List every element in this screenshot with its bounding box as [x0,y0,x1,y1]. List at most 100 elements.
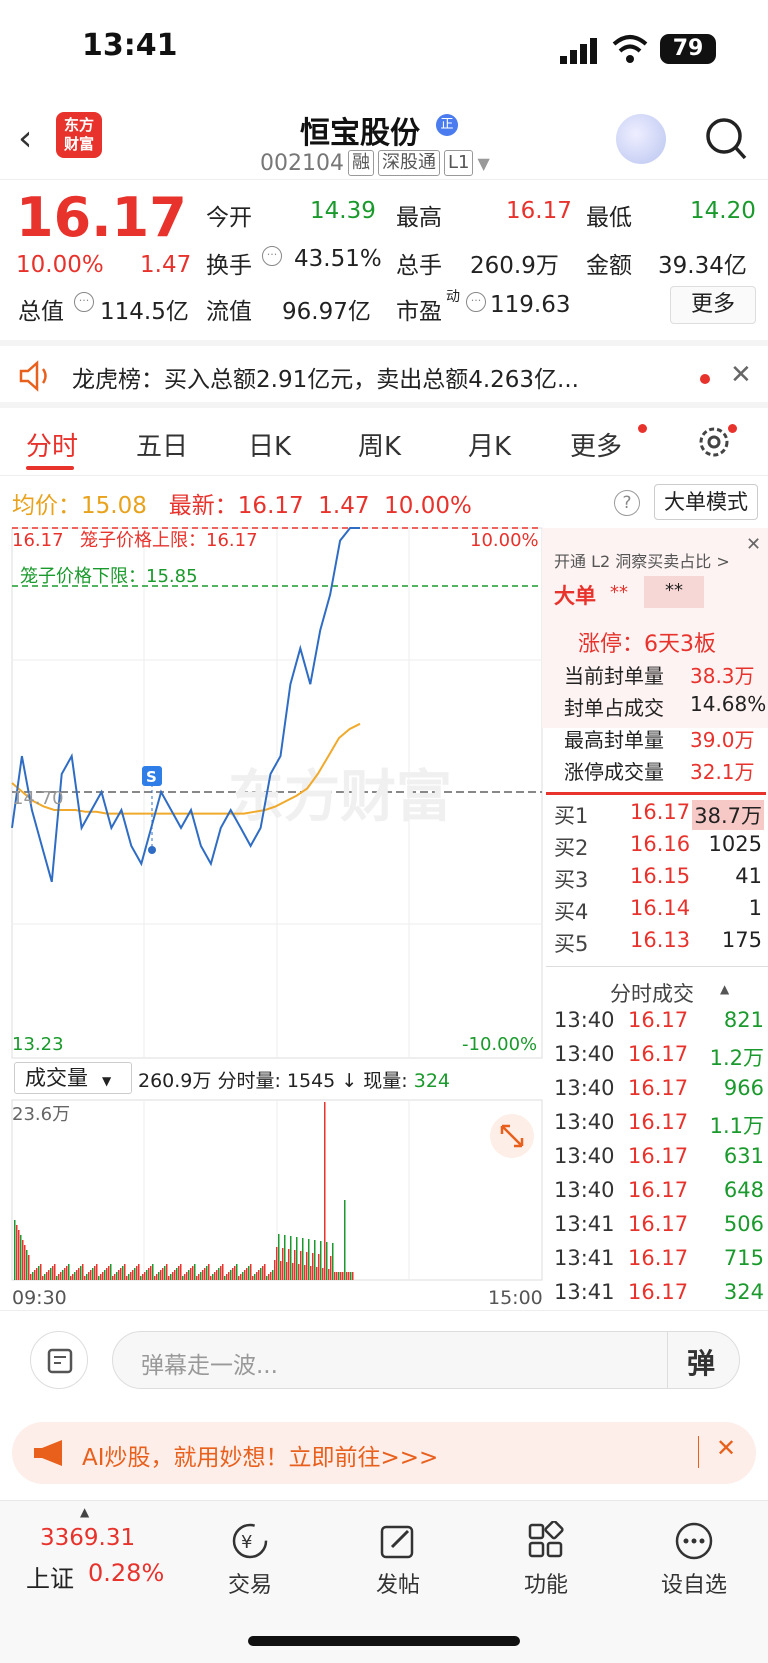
tick-time: 13:41 [554,1280,615,1304]
more-button[interactable]: 更多 [670,286,756,324]
chevron-down-icon[interactable]: ▼ [477,154,489,173]
volume-bar [36,1268,38,1280]
volume-bar [66,1266,68,1280]
l2-promo[interactable]: 开通 L2 洞察买卖占比 > [554,548,730,572]
home-indicator [248,1636,520,1646]
volume-bar [194,1264,196,1280]
edit-icon[interactable] [378,1521,418,1561]
seal-value: 38.3万 [690,664,755,688]
volume-bar [54,1264,56,1280]
last-label: 最新： [168,493,238,519]
upper-limit-label: 笼子价格上限：16.17 [80,530,258,551]
volume-bar [268,1274,270,1280]
notice-text: 龙虎榜：买入总额2.91亿元，卖出总额4.263亿... [72,367,579,393]
time-end-label: 15:00 [488,1287,543,1308]
volume-chart[interactable]: 23.6万 09:30 15:00 [0,1098,544,1308]
indicator-select[interactable]: 成交量 ▼ [14,1062,132,1094]
volume-bar [156,1274,158,1280]
gear-icon[interactable] [696,424,732,460]
volume-bar [74,1272,76,1280]
bid-price: 16.14 [630,896,691,920]
ai-assistant-icon[interactable] [616,114,666,164]
volume-summary: 260.9万 分时量: 1545 ↓ 现量: 324 [138,1066,450,1093]
big-order-mode-button[interactable]: 大单模式 [654,484,758,520]
volume-bar [270,1272,272,1280]
tick-time: 13:40 [554,1110,615,1134]
close-icon[interactable]: ✕ [746,534,761,555]
volume-bar [342,1272,344,1280]
chevron-down-icon: ▼ [102,1074,112,1088]
volume-bar [68,1264,70,1280]
chevron-up-icon[interactable]: ▲ [80,1505,89,1519]
high-label: 最高 [396,205,442,231]
top-pct-label: 10.00% [470,530,539,551]
trade-icon[interactable]: ¥ [228,1521,272,1561]
divider [546,966,768,967]
tab-monthly-k[interactable]: 月K [468,426,511,463]
more-dots-icon[interactable] [674,1521,714,1561]
tick-volume: 324 [723,1280,764,1304]
back-icon[interactable]: ‹ [18,118,48,159]
bid-label: 买5 [554,932,589,956]
search-icon[interactable] [704,114,748,164]
danmu-input[interactable]: 弹幕走一波... 弹 [112,1331,740,1389]
help-icon[interactable]: ? [614,490,640,516]
tab-daily-k[interactable]: 日K [248,426,291,463]
close-icon[interactable]: ✕ [730,360,752,390]
tag-connect[interactable]: 深股通 [377,150,440,176]
volume-bar [100,1274,102,1280]
volume-bar [276,1247,278,1280]
more-dots-icon[interactable]: ··· [74,292,94,312]
more-dots-icon[interactable]: ··· [466,292,486,312]
volume-bar [20,1235,22,1280]
app-logo[interactable]: 东方 财富 [56,112,102,158]
index-pct[interactable]: 0.28% [88,1559,164,1587]
nav-trade[interactable]: 交易 [200,1567,300,1599]
volume-bar [104,1270,106,1280]
close-icon[interactable]: ✕ [716,1434,736,1462]
big-order-label: 大单 [554,584,596,608]
index-value[interactable]: 3369.31 [40,1525,135,1551]
volume-bar [316,1267,318,1280]
chevron-up-icon[interactable]: ▲ [720,982,729,996]
volume-bar [266,1276,268,1280]
volume-bar [28,1255,30,1280]
tag-margin[interactable]: 融 [347,150,374,176]
tab-five-day[interactable]: 五日 [136,426,188,463]
more-dots-icon[interactable]: ··· [262,246,282,266]
apps-icon[interactable] [526,1521,566,1561]
tab-weekly-k[interactable]: 周K [358,426,401,463]
intraday-chart[interactable]: 东方财富 S 16.17 笼子价格上限：16.17 10.00% 笼子价格下限：… [0,526,544,1060]
nav-functions[interactable]: 功能 [496,1567,596,1599]
volume-bar [180,1264,182,1280]
danmu-settings-icon[interactable] [30,1331,88,1389]
tab-intraday[interactable]: 分时 [26,426,78,463]
notice-bar[interactable]: 龙虎榜：买入总额2.91亿元，卖出总额4.263亿... ✕ [0,340,768,408]
volume-bar [40,1264,42,1280]
volume-bar [158,1272,160,1280]
tick-time: 13:40 [554,1042,615,1066]
tag-level[interactable]: L1 [443,150,474,176]
tab-more[interactable]: 更多 [570,426,622,463]
volume-bar [22,1240,24,1280]
volume-bar [350,1272,352,1280]
wifi-icon [612,35,648,63]
tick-price: 16.17 [628,1178,689,1202]
chart-info-row: 均价：15.08 最新：16.17 1.47 10.00% [12,486,472,520]
volume-bar [244,1270,246,1280]
volume-bar [328,1269,330,1280]
ticks-title[interactable]: 分时成交 [610,978,694,1008]
battery-icon: 79 [660,34,716,64]
volume-bar [286,1262,288,1280]
danmu-toggle-button[interactable]: 弹 [687,1342,715,1382]
big-order-stars: ** [610,582,628,603]
index-name[interactable]: 上证 [26,1559,74,1594]
volume-bar [168,1276,170,1280]
bottom-pct-label: -10.00% [462,1034,537,1055]
divider [698,1436,699,1468]
minute-vol-value: 1545 [286,1070,336,1092]
nav-post[interactable]: 发帖 [348,1567,448,1599]
ai-promo-banner[interactable]: AI炒股，就用妙想！立即前往>>> ✕ [12,1422,756,1484]
tick-volume: 631 [723,1144,764,1168]
nav-watchlist[interactable]: 设自选 [644,1567,744,1599]
